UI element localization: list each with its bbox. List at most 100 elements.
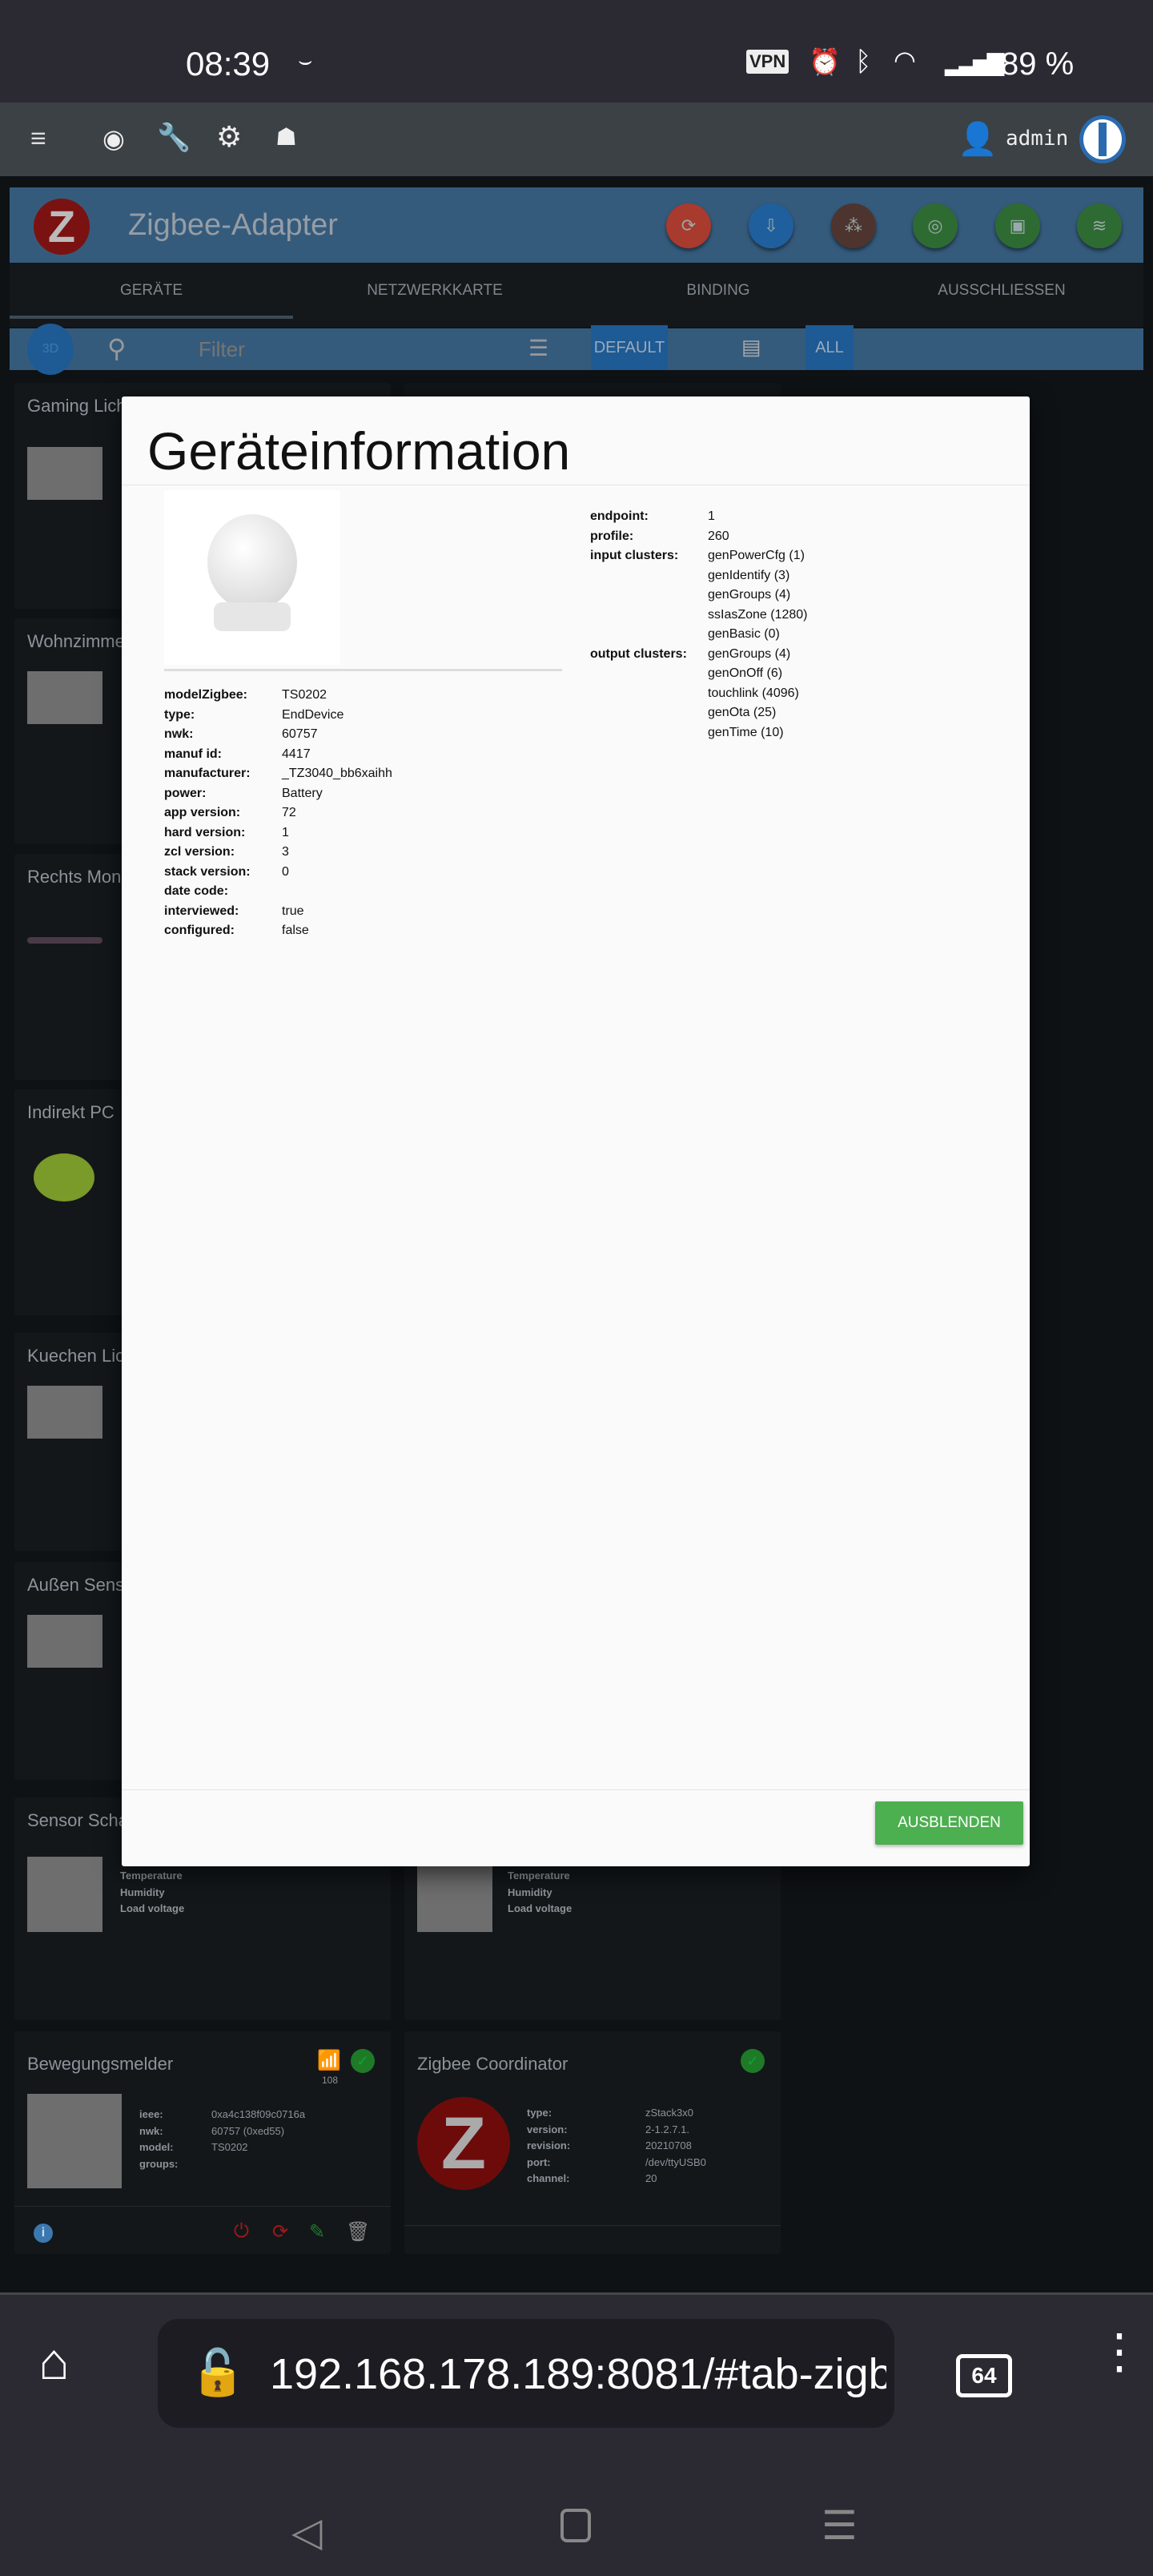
trash-icon[interactable]: 🗑 — [346, 2220, 370, 2244]
tab-binding[interactable]: BINDING — [576, 282, 860, 300]
user-icon: 👤 — [958, 122, 998, 157]
info-label — [590, 586, 708, 606]
address-bar[interactable]: 🔓 192.168.178.189:8081/#tab-zigbee — [158, 2319, 894, 2428]
back-icon[interactable]: ◁ — [291, 2509, 322, 2555]
info-row: modelZigbee: TS0202 — [164, 686, 392, 706]
gear-icon[interactable]: ⚙ — [216, 120, 242, 154]
device-name: Wohnzimmer — [27, 631, 131, 651]
info-value: 1 — [708, 509, 715, 523]
info-value: true — [282, 904, 304, 918]
row-value: 20210708 — [645, 2139, 692, 2151]
username[interactable]: admin — [1006, 127, 1068, 151]
info-label — [590, 703, 708, 723]
wrench-icon[interactable]: 🔧 — [157, 122, 191, 154]
info-value: 0 — [282, 864, 289, 879]
reconfigure-icon[interactable]: ⟳ — [272, 2220, 288, 2244]
amazon-icon: ⌣ — [298, 48, 313, 73]
chip-icon: ▣ — [1009, 215, 1026, 235]
edit-icon[interactable]: ✎ — [309, 2220, 325, 2244]
wireless-icon: ◎ — [927, 215, 943, 235]
row-value: 0xa4c138f09c0716a — [211, 2108, 306, 2120]
info-icon[interactable]: i — [34, 2224, 53, 2243]
info-label — [590, 606, 708, 626]
backup-button[interactable]: ⇩ — [749, 203, 793, 248]
status-bar: 08:39 ⌣ VPN ⏰ ᛒ ◠ ▂▃▅▇ 89 % — [0, 0, 1153, 103]
info-row: hard version: 1 — [164, 823, 392, 843]
info-row: input clusters: genPowerCfg (1) — [590, 546, 808, 566]
info-label: nwk: — [164, 727, 194, 741]
info-row: power: Battery — [164, 784, 392, 804]
tab-devices[interactable]: GERÄTE — [10, 282, 293, 300]
info-label: profile: — [590, 529, 634, 543]
row-label: revision: — [527, 2139, 571, 2151]
info-row: genTime (10) — [590, 723, 808, 743]
info-label: output clusters: — [590, 646, 687, 661]
device-name: Zigbee Coordinator — [417, 2054, 568, 2074]
reset-button[interactable]: ⟳ — [666, 203, 711, 248]
home-icon[interactable]: ⌂ — [38, 2332, 70, 2391]
scan-button[interactable]: ◎ — [913, 203, 958, 248]
device-image — [27, 447, 102, 500]
info-label: modelZigbee: — [164, 688, 248, 702]
info-label — [590, 664, 708, 684]
hide-button[interactable]: AUSBLENDEN — [875, 1801, 1023, 1845]
bluetooth-icon: ᛒ — [855, 46, 872, 77]
3d-toggle-button[interactable]: 3D — [27, 324, 74, 375]
firmware-button[interactable]: ▣ — [995, 203, 1040, 248]
info-label — [590, 723, 708, 743]
default-button[interactable]: DEFAULT — [591, 325, 668, 370]
tab-count[interactable]: 64 — [956, 2354, 1012, 2397]
wifi-icon: ◠ — [894, 46, 916, 74]
row-value: 60757 (0xed55) — [211, 2124, 285, 2137]
info-row: date code: — [164, 882, 392, 902]
info-label: app version: — [164, 806, 241, 819]
thermometer-image — [417, 1857, 492, 1932]
info-row: genIdentify (3) — [590, 566, 808, 586]
info-label: endpoint: — [590, 509, 649, 523]
row-label: channel: — [527, 2172, 570, 2184]
info-label: stack version: — [164, 864, 251, 879]
device-name: Kuechen Licht — [27, 1346, 131, 1366]
recents-icon[interactable]: ☰ — [822, 2502, 858, 2549]
insecure-lock-icon: 🔓 — [190, 2347, 246, 2397]
more-menu-icon[interactable]: ⋮ — [1095, 2328, 1143, 2376]
power-icon[interactable]: ⏻ — [234, 2220, 249, 2243]
pairing-button[interactable]: ≋ — [1077, 203, 1122, 248]
device-info-dialog: Geräteinformation modelZigbee: TS0202 type… — [122, 396, 1030, 1866]
row-label: version: — [527, 2123, 568, 2135]
groups-button[interactable]: ⁂ — [831, 203, 876, 248]
info-row: endpoint: 1 — [590, 507, 808, 527]
view-icon[interactable]: ▤ — [741, 335, 761, 360]
menu-icon[interactable]: ≡ — [30, 123, 46, 155]
info-value: 3 — [282, 845, 289, 859]
eye-icon[interactable]: ◉ — [102, 123, 125, 154]
divider — [404, 2225, 781, 2226]
tab-network-map[interactable]: NETZWERKKARTE — [293, 282, 576, 300]
connected-check-icon: ✓ — [351, 2049, 375, 2073]
info-row: interviewed: true — [164, 902, 392, 922]
groups-icon: ⁂ — [845, 215, 862, 235]
pairing-icon: ≋ — [1091, 215, 1107, 235]
link-quality: 108 — [322, 2075, 339, 2086]
iobroker-logo[interactable] — [1079, 115, 1126, 163]
url-text[interactable]: 192.168.178.189:8081/#tab-zigbee — [270, 2349, 886, 2399]
device-image — [27, 671, 102, 724]
info-row: genBasic (0) — [590, 625, 808, 645]
filter-input[interactable] — [199, 333, 503, 365]
all-button[interactable]: ALL — [805, 325, 854, 370]
info-value: TS0202 — [282, 688, 327, 702]
device-name: Bewegungsmelder — [27, 2054, 174, 2074]
expert-mode-icon[interactable]: ☗ — [275, 123, 297, 151]
search-icon: ⚲ — [107, 334, 127, 363]
device-card-coordinator[interactable]: Zigbee Coordinator ✓ Z type: zStack3x0 ve… — [404, 2031, 781, 2254]
dialog-title: Geräteinformation — [147, 421, 571, 481]
device-card-motion-sensor[interactable]: Bewegungsmelder 📶 108 ✓ ieee: 0xa4c138f09… — [14, 2031, 391, 2254]
sort-icon[interactable]: ☰ — [528, 335, 548, 361]
info-row: stack version: 0 — [164, 863, 392, 883]
tab-exclude[interactable]: AUSSCHLIESSEN — [860, 282, 1143, 300]
adapter-title: Zigbee-Adapter — [128, 208, 338, 242]
info-value: genPowerCfg (1) — [708, 549, 805, 562]
row-value: zStack3x0 — [645, 2107, 693, 2119]
info-label: hard version: — [164, 825, 246, 839]
home-nav-icon[interactable] — [560, 2509, 591, 2542]
